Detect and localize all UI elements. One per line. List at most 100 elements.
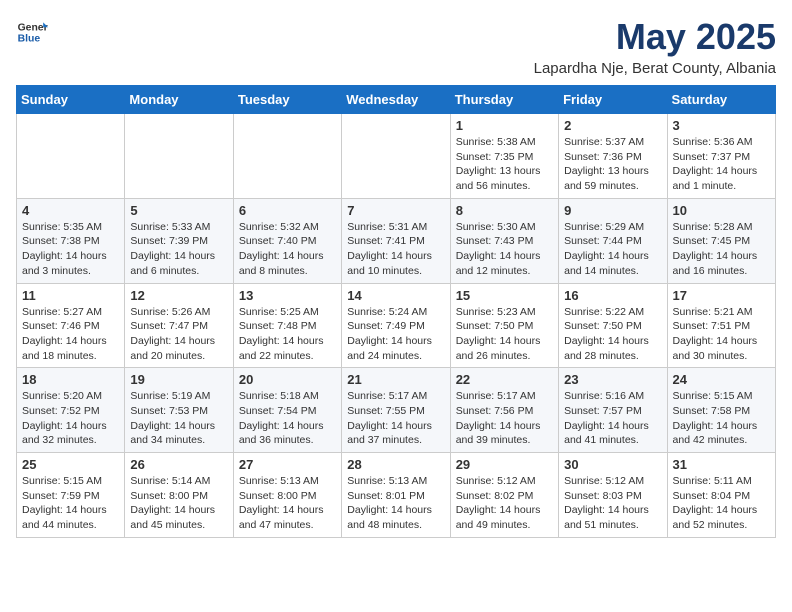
calendar-header-row: SundayMondayTuesdayWednesdayThursdayFrid… <box>17 86 776 114</box>
calendar-cell: 9Sunrise: 5:29 AMSunset: 7:44 PMDaylight… <box>559 198 667 283</box>
cell-info-line: Sunset: 8:04 PM <box>673 489 770 504</box>
cell-info-line: Daylight: 14 hours and 28 minutes. <box>564 334 661 363</box>
day-number: 18 <box>22 372 119 387</box>
cell-info-line: Sunset: 7:48 PM <box>239 319 336 334</box>
calendar-cell: 3Sunrise: 5:36 AMSunset: 7:37 PMDaylight… <box>667 114 775 199</box>
calendar-cell: 15Sunrise: 5:23 AMSunset: 7:50 PMDayligh… <box>450 283 558 368</box>
day-number: 13 <box>239 288 336 303</box>
cell-info-line: Sunset: 7:47 PM <box>130 319 227 334</box>
svg-text:Blue: Blue <box>18 34 41 45</box>
cell-info-line: Sunset: 7:35 PM <box>456 150 553 165</box>
cell-info-line: Sunset: 7:39 PM <box>130 234 227 249</box>
cell-info-line: Sunset: 7:46 PM <box>22 319 119 334</box>
cell-info-line: Sunset: 7:38 PM <box>22 234 119 249</box>
cell-info-line: Sunrise: 5:38 AM <box>456 135 553 150</box>
cell-info-line: Daylight: 14 hours and 12 minutes. <box>456 249 553 278</box>
cell-info-line: Sunrise: 5:16 AM <box>564 389 661 404</box>
cell-info-line: Sunrise: 5:12 AM <box>564 474 661 489</box>
cell-info-line: Sunset: 7:43 PM <box>456 234 553 249</box>
month-title: May 2025 <box>534 16 776 58</box>
cell-info-line: Daylight: 14 hours and 20 minutes. <box>130 334 227 363</box>
cell-info-line: Sunset: 8:02 PM <box>456 489 553 504</box>
day-header-thursday: Thursday <box>450 86 558 114</box>
cell-info-line: Sunset: 7:58 PM <box>673 404 770 419</box>
cell-info-line: Daylight: 14 hours and 39 minutes. <box>456 419 553 448</box>
cell-info-line: Sunset: 8:03 PM <box>564 489 661 504</box>
calendar-cell: 19Sunrise: 5:19 AMSunset: 7:53 PMDayligh… <box>125 368 233 453</box>
day-number: 25 <box>22 457 119 472</box>
day-number: 23 <box>564 372 661 387</box>
cell-info-line: Daylight: 14 hours and 24 minutes. <box>347 334 444 363</box>
cell-info-line: Sunset: 7:41 PM <box>347 234 444 249</box>
cell-info-line: Sunrise: 5:22 AM <box>564 305 661 320</box>
calendar-cell: 24Sunrise: 5:15 AMSunset: 7:58 PMDayligh… <box>667 368 775 453</box>
calendar-cell: 16Sunrise: 5:22 AMSunset: 7:50 PMDayligh… <box>559 283 667 368</box>
cell-info-line: Sunset: 7:50 PM <box>456 319 553 334</box>
cell-info-line: Daylight: 14 hours and 44 minutes. <box>22 503 119 532</box>
calendar-cell: 5Sunrise: 5:33 AMSunset: 7:39 PMDaylight… <box>125 198 233 283</box>
day-number: 11 <box>22 288 119 303</box>
day-header-sunday: Sunday <box>17 86 125 114</box>
cell-info-line: Sunrise: 5:25 AM <box>239 305 336 320</box>
cell-info-line: Sunrise: 5:29 AM <box>564 220 661 235</box>
day-header-friday: Friday <box>559 86 667 114</box>
cell-info-line: Daylight: 14 hours and 48 minutes. <box>347 503 444 532</box>
calendar-cell: 6Sunrise: 5:32 AMSunset: 7:40 PMDaylight… <box>233 198 341 283</box>
cell-info-line: Sunrise: 5:11 AM <box>673 474 770 489</box>
cell-info-line: Sunrise: 5:31 AM <box>347 220 444 235</box>
cell-info-line: Sunrise: 5:36 AM <box>673 135 770 150</box>
day-number: 29 <box>456 457 553 472</box>
calendar-cell: 10Sunrise: 5:28 AMSunset: 7:45 PMDayligh… <box>667 198 775 283</box>
day-number: 14 <box>347 288 444 303</box>
cell-info-line: Daylight: 14 hours and 36 minutes. <box>239 419 336 448</box>
calendar-week-row: 25Sunrise: 5:15 AMSunset: 7:59 PMDayligh… <box>17 453 776 538</box>
calendar-week-row: 18Sunrise: 5:20 AMSunset: 7:52 PMDayligh… <box>17 368 776 453</box>
cell-info-line: Daylight: 13 hours and 56 minutes. <box>456 164 553 193</box>
cell-info-line: Sunset: 7:51 PM <box>673 319 770 334</box>
cell-info-line: Daylight: 14 hours and 22 minutes. <box>239 334 336 363</box>
day-number: 16 <box>564 288 661 303</box>
calendar-week-row: 11Sunrise: 5:27 AMSunset: 7:46 PMDayligh… <box>17 283 776 368</box>
day-number: 21 <box>347 372 444 387</box>
cell-info-line: Daylight: 14 hours and 42 minutes. <box>673 419 770 448</box>
day-number: 31 <box>673 457 770 472</box>
cell-info-line: Daylight: 14 hours and 1 minute. <box>673 164 770 193</box>
calendar-cell: 31Sunrise: 5:11 AMSunset: 8:04 PMDayligh… <box>667 453 775 538</box>
day-number: 5 <box>130 203 227 218</box>
day-number: 1 <box>456 118 553 133</box>
calendar-cell <box>233 114 341 199</box>
cell-info-line: Sunrise: 5:12 AM <box>456 474 553 489</box>
day-header-wednesday: Wednesday <box>342 86 450 114</box>
calendar-cell: 27Sunrise: 5:13 AMSunset: 8:00 PMDayligh… <box>233 453 341 538</box>
cell-info-line: Sunset: 8:01 PM <box>347 489 444 504</box>
logo-icon: General Blue <box>16 16 48 48</box>
calendar-cell: 2Sunrise: 5:37 AMSunset: 7:36 PMDaylight… <box>559 114 667 199</box>
cell-info-line: Sunset: 7:53 PM <box>130 404 227 419</box>
calendar-cell: 7Sunrise: 5:31 AMSunset: 7:41 PMDaylight… <box>342 198 450 283</box>
calendar-cell: 13 Sunrise: 5:25 AMSunset: 7:48 PMDayligh… <box>233 283 341 368</box>
cell-info-line: Daylight: 14 hours and 16 minutes. <box>673 249 770 278</box>
cell-info-line: Daylight: 14 hours and 32 minutes. <box>22 419 119 448</box>
calendar-cell: 11Sunrise: 5:27 AMSunset: 7:46 PMDayligh… <box>17 283 125 368</box>
day-number: 8 <box>456 203 553 218</box>
cell-info-line: Sunrise: 5:15 AM <box>673 389 770 404</box>
cell-info-line: Sunrise: 5:28 AM <box>673 220 770 235</box>
day-number: 6 <box>239 203 336 218</box>
day-number: 28 <box>347 457 444 472</box>
day-number: 19 <box>130 372 227 387</box>
calendar-cell <box>125 114 233 199</box>
cell-info-line: Daylight: 14 hours and 26 minutes. <box>456 334 553 363</box>
cell-info-line: Daylight: 14 hours and 51 minutes. <box>564 503 661 532</box>
day-number: 15 <box>456 288 553 303</box>
cell-info-line: Sunrise: 5:32 AM <box>239 220 336 235</box>
calendar-cell: 12 Sunrise: 5:26 AMSunset: 7:47 PMDayligh… <box>125 283 233 368</box>
cell-info-line: Daylight: 14 hours and 3 minutes. <box>22 249 119 278</box>
cell-info-line: Sunrise: 5:26 AM <box>130 305 227 320</box>
calendar-cell: 17Sunrise: 5:21 AMSunset: 7:51 PMDayligh… <box>667 283 775 368</box>
title-area: May 2025 Lapardha Nje, Berat County, Alb… <box>534 16 776 77</box>
cell-info-line: Sunset: 8:00 PM <box>239 489 336 504</box>
day-number: 4 <box>22 203 119 218</box>
cell-info-line: Sunset: 7:44 PM <box>564 234 661 249</box>
day-number: 12 <box>130 288 227 303</box>
logo: General Blue <box>16 16 48 48</box>
